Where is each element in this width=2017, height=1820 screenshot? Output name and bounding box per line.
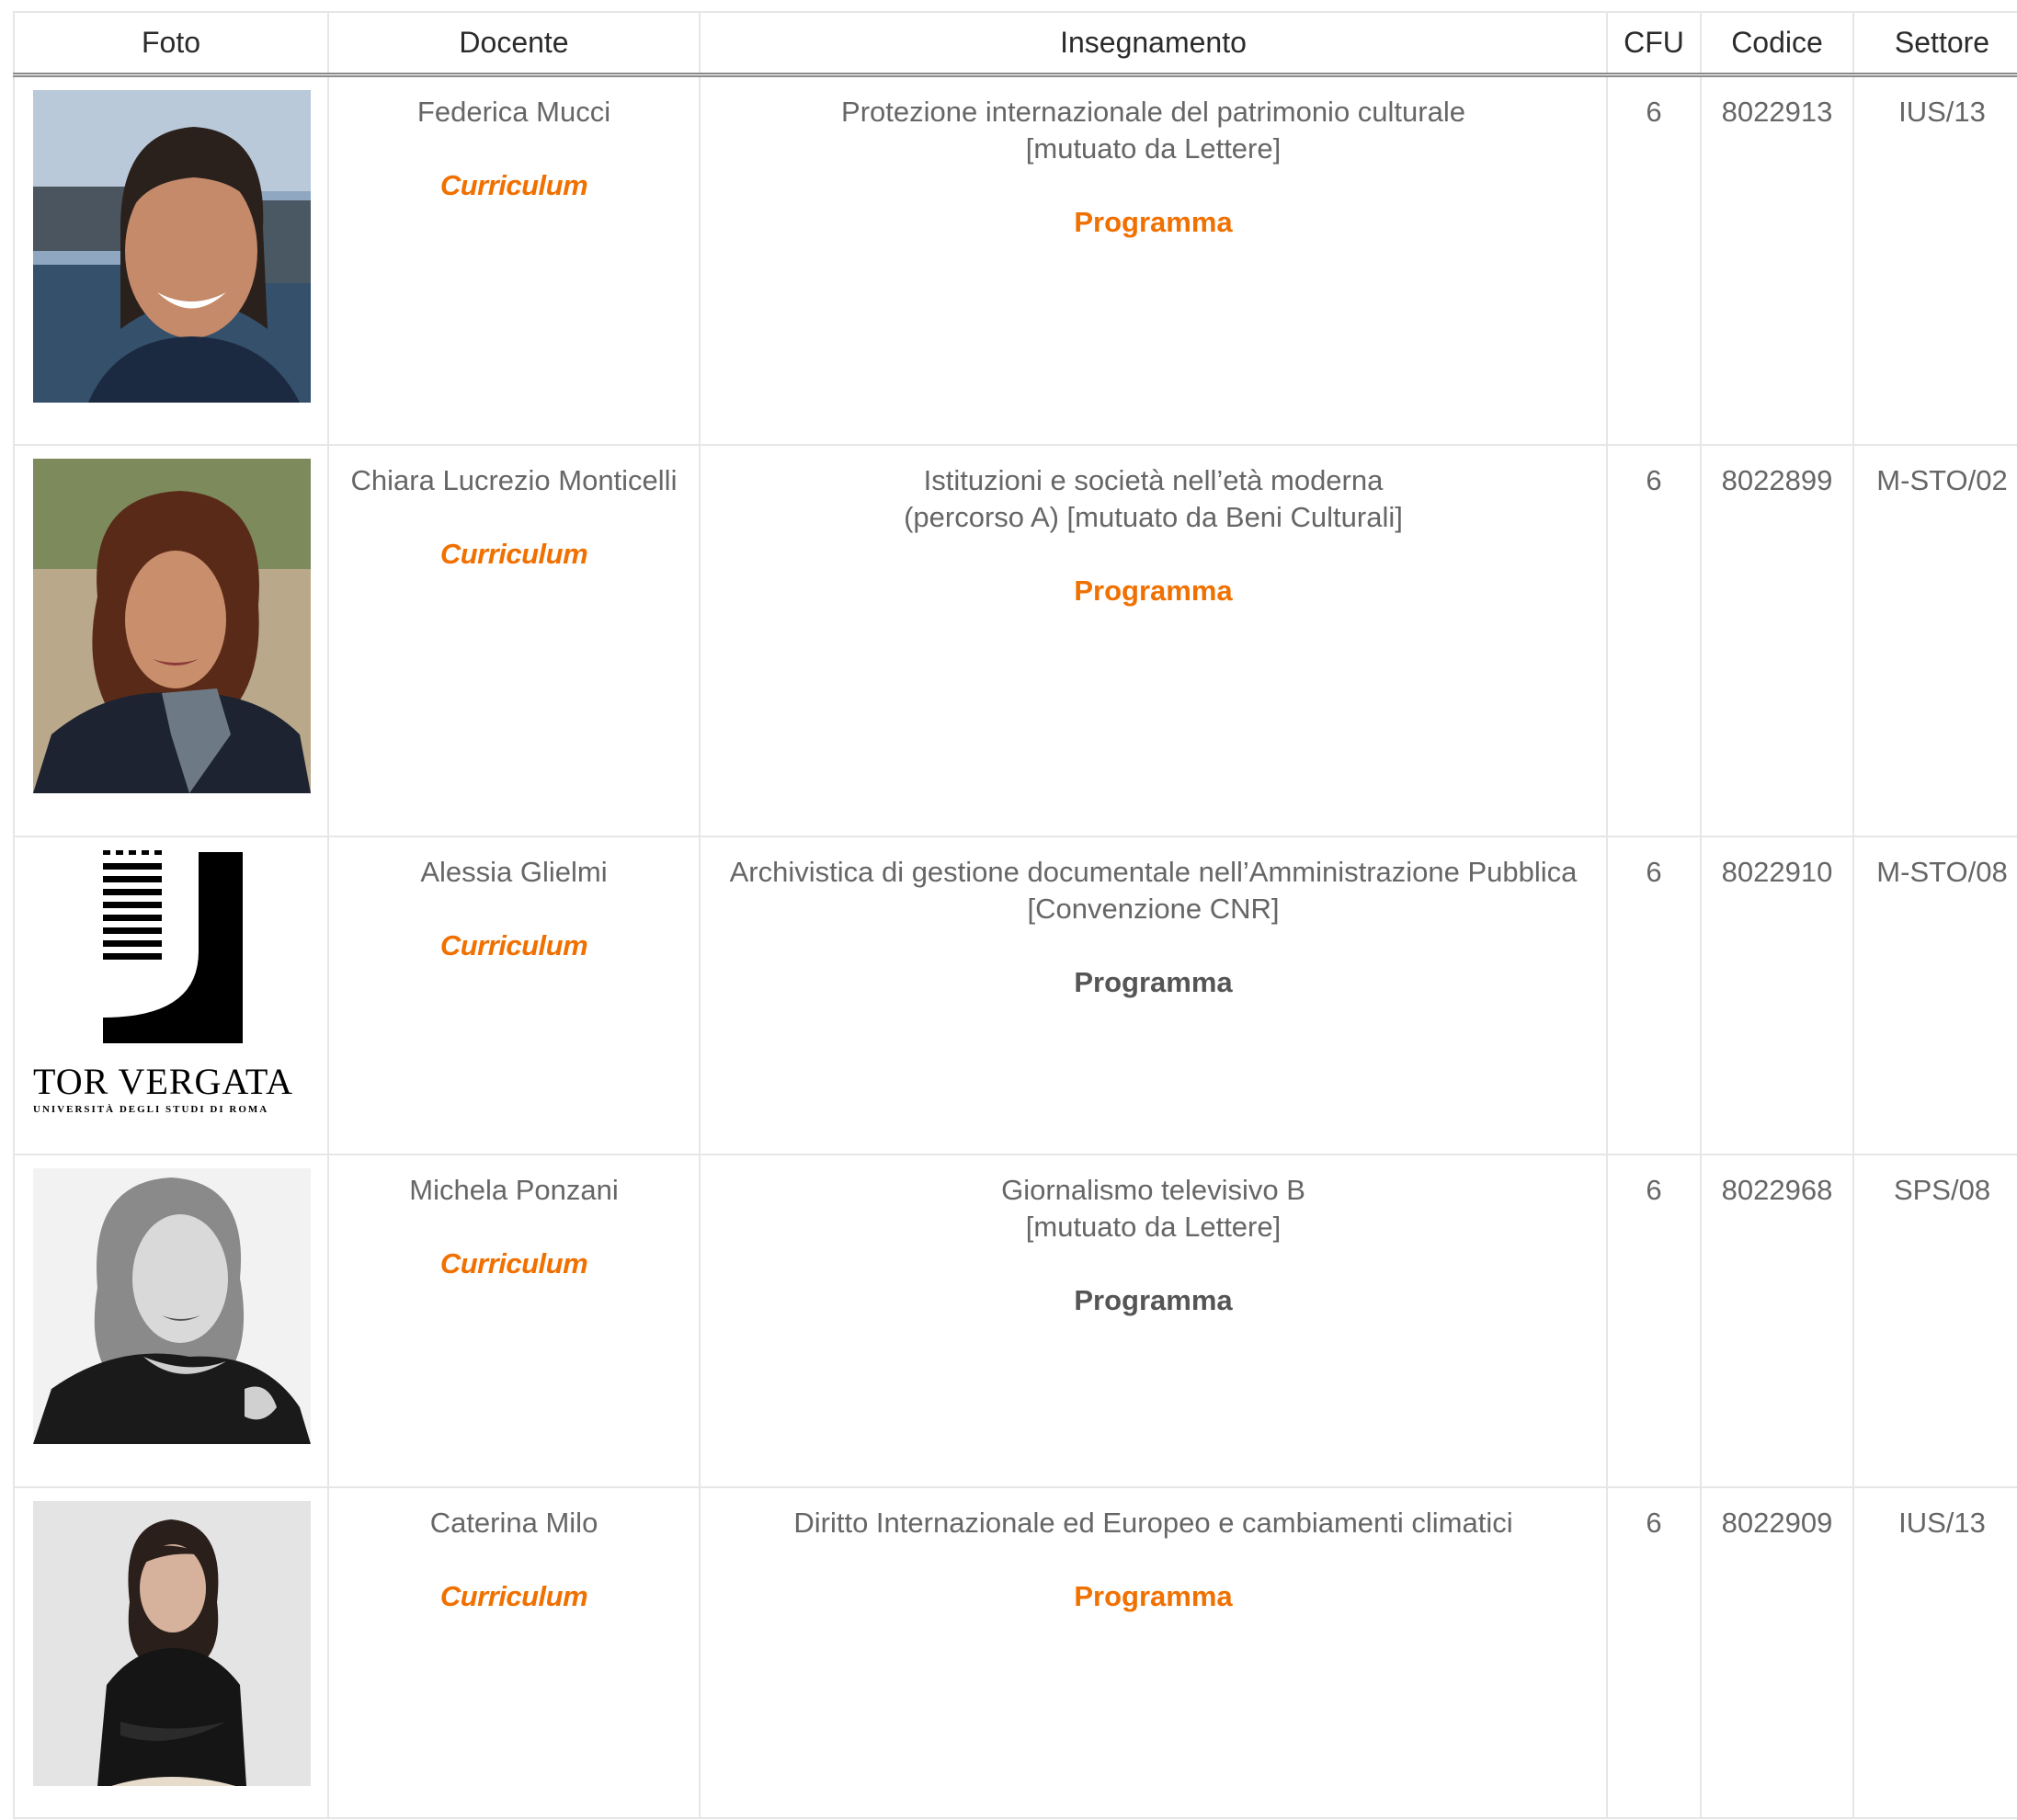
- settore-cell: M-STO/08: [1852, 835, 2017, 1155]
- course-title: Giornalismo televisivo B: [1001, 1173, 1305, 1206]
- photo-cell: [13, 1485, 329, 1819]
- course-title: Diritto Internazionale ed Europeo e camb…: [793, 1506, 1513, 1539]
- university-logo: TOR VERGATA UNIVERSITÀ DEGLI STUDI DI RO…: [33, 849, 311, 1126]
- teacher-photo: [33, 90, 311, 403]
- cfu-cell: 6: [1606, 1485, 1702, 1819]
- teacher-photo: [33, 1167, 311, 1444]
- teachers-table: Foto Docente Insegnamento CFU Codice Set…: [13, 11, 2017, 1819]
- curriculum-link[interactable]: Curriculum: [329, 1246, 699, 1282]
- curriculum-link[interactable]: Curriculum: [329, 536, 699, 573]
- teacher-cell: Michela Ponzani Curriculum: [327, 1153, 701, 1488]
- teacher-name: Federica Mucci: [416, 96, 611, 128]
- header-settore: Settore: [1852, 11, 2017, 77]
- teacher-name: Caterina Milo: [429, 1506, 598, 1539]
- teacher-cell: Federica Mucci Curriculum: [327, 74, 701, 446]
- course-cell: Istituzioni e società nell’età moderna (…: [699, 443, 1608, 837]
- table-row: TOR VERGATA UNIVERSITÀ DEGLI STUDI DI RO…: [13, 835, 2017, 1155]
- course-cell: Giornalismo televisivo B [mutuato da Let…: [699, 1153, 1608, 1488]
- course-cell: Diritto Internazionale ed Europeo e camb…: [699, 1485, 1608, 1819]
- teacher-photo: [33, 458, 311, 793]
- programma-link[interactable]: Programma: [701, 1282, 1606, 1319]
- codice-cell: 8022899: [1700, 443, 1854, 837]
- course-title: Istituzioni e società nell’età moderna: [923, 463, 1384, 496]
- course-title: Protezione internazionale del patrimonio…: [841, 96, 1465, 128]
- cfu-cell: 6: [1606, 1153, 1702, 1488]
- header-docente: Docente: [327, 11, 701, 77]
- logo-subtitle: UNIVERSITÀ DEGLI STUDI DI ROMA: [33, 1103, 269, 1115]
- table-row: Caterina Milo Curriculum Diritto Interna…: [13, 1485, 2017, 1819]
- table-row: Chiara Lucrezio Monticelli Curriculum Is…: [13, 443, 2017, 837]
- photo-cell: TOR VERGATA UNIVERSITÀ DEGLI STUDI DI RO…: [13, 835, 329, 1155]
- programma-link[interactable]: Programma: [701, 1578, 1606, 1615]
- table-container: Foto Docente Insegnamento CFU Codice Set…: [13, 11, 2017, 1819]
- codice-cell: 8022913: [1700, 74, 1854, 446]
- photo-cell: [13, 74, 329, 446]
- course-note: [mutuato da Lettere]: [1025, 1210, 1282, 1243]
- cfu-cell: 6: [1606, 443, 1702, 837]
- teacher-cell: Alessia Glielmi Curriculum: [327, 835, 701, 1155]
- course-cell: Protezione internazionale del patrimonio…: [699, 74, 1608, 446]
- course-note: (percorso A) [mutuato da Beni Culturali]: [904, 500, 1403, 533]
- course-note: [mutuato da Lettere]: [1025, 132, 1282, 165]
- course-note: [Convenzione CNR]: [1027, 892, 1280, 925]
- codice-cell: 8022909: [1700, 1485, 1854, 1819]
- settore-cell: IUS/13: [1852, 1485, 2017, 1819]
- settore-cell: SPS/08: [1852, 1153, 2017, 1488]
- logo-name: TOR VERGATA: [33, 1060, 294, 1102]
- header-cfu: CFU: [1606, 11, 1702, 77]
- header-insegnamento: Insegnamento: [699, 11, 1608, 77]
- teacher-photo: [33, 1500, 311, 1786]
- teacher-name: Chiara Lucrezio Monticelli: [350, 463, 678, 496]
- codice-cell: 8022968: [1700, 1153, 1854, 1488]
- course-title: Archivistica di gestione documentale nel…: [729, 855, 1578, 888]
- table-header-row: Foto Docente Insegnamento CFU Codice Set…: [13, 11, 2017, 77]
- programma-link[interactable]: Programma: [701, 204, 1606, 241]
- photo-cell: [13, 1153, 329, 1488]
- header-foto: Foto: [13, 11, 329, 77]
- table-row: Michela Ponzani Curriculum Giornalismo t…: [13, 1153, 2017, 1488]
- codice-cell: 8022910: [1700, 835, 1854, 1155]
- curriculum-link[interactable]: Curriculum: [329, 1578, 699, 1615]
- settore-cell: IUS/13: [1852, 74, 2017, 446]
- teacher-cell: Caterina Milo Curriculum: [327, 1485, 701, 1819]
- teacher-cell: Chiara Lucrezio Monticelli Curriculum: [327, 443, 701, 837]
- settore-cell: M-STO/02: [1852, 443, 2017, 837]
- cfu-cell: 6: [1606, 835, 1702, 1155]
- programma-link[interactable]: Programma: [701, 964, 1606, 1001]
- photo-cell: [13, 443, 329, 837]
- table-row: Federica Mucci Curriculum Protezione int…: [13, 74, 2017, 446]
- header-codice: Codice: [1700, 11, 1854, 77]
- course-cell: Archivistica di gestione documentale nel…: [699, 835, 1608, 1155]
- teacher-name: Michela Ponzani: [409, 1173, 619, 1206]
- cfu-cell: 6: [1606, 74, 1702, 446]
- curriculum-link[interactable]: Curriculum: [329, 927, 699, 964]
- programma-link[interactable]: Programma: [701, 573, 1606, 609]
- teacher-name: Alessia Glielmi: [420, 855, 608, 888]
- curriculum-link[interactable]: Curriculum: [329, 167, 699, 204]
